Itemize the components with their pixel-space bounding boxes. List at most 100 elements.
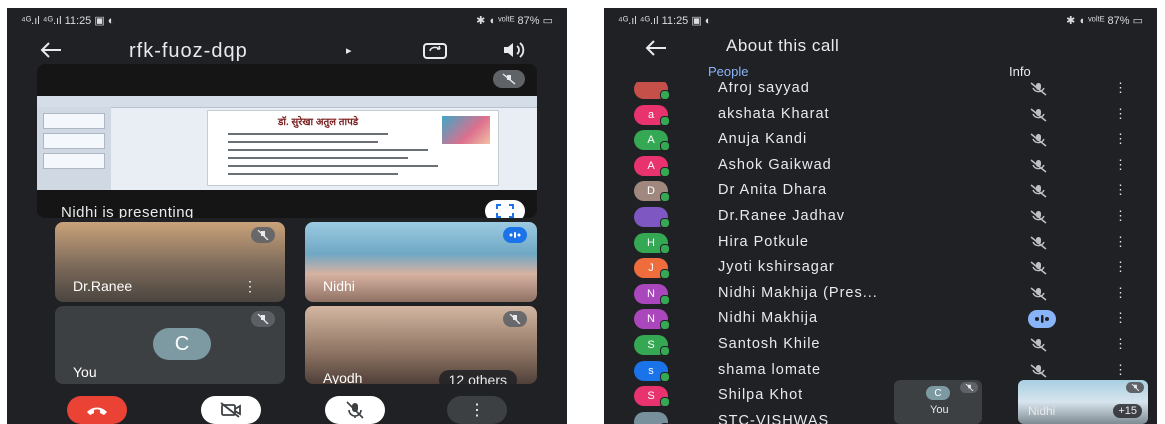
mic-off-icon bbox=[1028, 157, 1050, 175]
avatar-letter: N bbox=[647, 313, 655, 326]
back-arrow-icon[interactable] bbox=[642, 34, 670, 62]
mic-off-icon bbox=[251, 311, 275, 327]
mic-off-icon bbox=[1028, 106, 1050, 124]
status-bar: ⁴ᴳ.ıl ⁴ᴳ.ıl 11:25 ▣ ◐ ✱ ◖ ᵛᵒˡᵗᴱ 87% ▭ bbox=[604, 8, 1157, 34]
more-vert-icon[interactable]: ⋮ bbox=[1114, 208, 1127, 224]
online-dot bbox=[660, 243, 670, 254]
participant-row[interactable]: Dr.Ranee Jadhav ⋮ bbox=[604, 204, 1157, 230]
chevron-right-icon[interactable]: ▸ bbox=[346, 44, 352, 57]
tab-info[interactable]: Info bbox=[1009, 64, 1031, 79]
more-vert-icon[interactable]: ⋮ bbox=[1114, 310, 1127, 326]
presenter-preview[interactable]: Nidhi +15 bbox=[1018, 380, 1148, 424]
status-bar-right: ✱ ◖ ᵛᵒˡᵗᴱ 87% ▭ bbox=[476, 15, 553, 27]
participant-row[interactable]: Afroj sayyad ⋮ bbox=[604, 82, 1157, 102]
more-vert-icon[interactable]: ⋮ bbox=[1114, 131, 1127, 147]
mic-off-icon bbox=[1126, 382, 1144, 393]
avatar-letter: D bbox=[647, 185, 655, 198]
speaking-icon bbox=[1028, 310, 1056, 329]
call-controls: ⋮ bbox=[7, 396, 567, 424]
participant-row[interactable]: D Dr Anita Dhara ⋮ bbox=[604, 178, 1157, 204]
online-dot bbox=[660, 397, 670, 408]
page-title: About this call bbox=[726, 36, 840, 55]
others-count: +15 bbox=[1113, 404, 1142, 418]
more-vert-icon[interactable]: ⋮ bbox=[1114, 259, 1127, 275]
mic-off-icon bbox=[1028, 234, 1050, 252]
participant-row[interactable]: H Hira Potkule ⋮ bbox=[604, 230, 1157, 256]
speaker-icon[interactable] bbox=[499, 38, 527, 62]
participant-name: Ayodh bbox=[323, 370, 363, 384]
others-count[interactable]: 12 others bbox=[438, 370, 517, 384]
fullscreen-icon[interactable] bbox=[485, 200, 525, 218]
status-bar-left: ⁴ᴳ.ıl ⁴ᴳ.ıl 11:25 ▣ ◐ bbox=[618, 15, 712, 27]
status-bar: ⁴ᴳ.ıl ⁴ᴳ.ıl 11:25 ▣ ◐ ✱ ◖ ᵛᵒˡᵗᴱ 87% ▭ bbox=[7, 8, 567, 34]
mic-off-icon bbox=[1028, 208, 1050, 226]
online-dot bbox=[660, 192, 670, 203]
avatar-letter: s bbox=[648, 364, 654, 377]
participant-name: Jyoti kshirsagar bbox=[718, 259, 835, 276]
avatar bbox=[634, 82, 670, 100]
participant-name: Shilpa Khot bbox=[718, 387, 804, 404]
participant-name: Santosh Khile bbox=[718, 336, 821, 352]
slide-heading: डॉ. सुरेखा अतुल तापडे bbox=[278, 117, 359, 128]
participant-name: Anuja Kandi bbox=[718, 131, 808, 148]
more-options-button[interactable]: ⋮ bbox=[447, 396, 507, 424]
more-vert-icon[interactable]: ⋮ bbox=[1114, 182, 1127, 198]
more-vert-icon[interactable]: ⋮ bbox=[1114, 82, 1127, 96]
self-label: You bbox=[930, 404, 949, 416]
tab-people[interactable]: People bbox=[708, 64, 748, 79]
self-tile[interactable]: C You bbox=[55, 306, 285, 384]
avatar: a bbox=[634, 104, 670, 126]
participant-name: Dr.Ranee bbox=[73, 278, 133, 294]
participant-row[interactable]: a akshata Kharat ⋮ bbox=[604, 102, 1157, 128]
participant-tile[interactable]: Nidhi bbox=[305, 222, 537, 302]
participant-list: Afroj sayyad ⋮ a akshata Kharat ⋮ A Anuja Kand… bbox=[604, 82, 1157, 424]
participant-tile[interactable]: Ayodh 12 others bbox=[305, 306, 537, 384]
self-preview[interactable]: C You bbox=[894, 380, 982, 424]
slide-text-line bbox=[228, 157, 408, 159]
avatar: S bbox=[634, 386, 670, 408]
participant-row[interactable]: A Anuja Kandi ⋮ bbox=[604, 127, 1157, 153]
presentation-tile[interactable]: डॉ. सुरेखा अतुल तापडे Nidhi is presentin… bbox=[37, 64, 537, 218]
mic-off-icon bbox=[1028, 285, 1050, 303]
online-dot bbox=[660, 346, 670, 356]
more-vert-icon[interactable]: ⋮ bbox=[1114, 362, 1127, 378]
more-vert-icon[interactable]: ⋮ bbox=[1114, 285, 1127, 301]
back-arrow-icon[interactable] bbox=[37, 36, 65, 64]
avatar-letter: H bbox=[647, 236, 655, 249]
camera-off-button[interactable] bbox=[201, 396, 261, 424]
presenter-label: Nidhi bbox=[1028, 404, 1056, 418]
avatar: J bbox=[634, 258, 670, 280]
participant-name: Ashok Gaikwad bbox=[718, 156, 832, 173]
participant-row[interactable]: J Jyoti kshirsagar ⋮ bbox=[604, 255, 1157, 281]
participant-name: Hira Potkule bbox=[718, 233, 809, 250]
mic-off-icon bbox=[1028, 336, 1050, 354]
slide-thumbnail bbox=[43, 153, 105, 169]
more-vert-icon[interactable]: ⋮ bbox=[1114, 234, 1127, 250]
slide-text-line bbox=[228, 149, 428, 151]
participant-row[interactable]: N Nidhi Makhija ⋮ bbox=[604, 306, 1157, 332]
more-vert-icon[interactable]: ⋮ bbox=[1114, 157, 1127, 173]
mic-off-icon bbox=[1028, 259, 1050, 277]
about-call-screen: ⁴ᴳ.ıl ⁴ᴳ.ıl 11:25 ▣ ◐ ✱ ◖ ᵛᵒˡᵗᴱ 87% ▭ Ab… bbox=[604, 8, 1157, 424]
participant-row[interactable]: N Nidhi Makhija (Pres... ⋮ bbox=[604, 281, 1157, 307]
online-dot bbox=[660, 115, 670, 126]
online-dot bbox=[660, 294, 670, 305]
avatar bbox=[634, 207, 670, 228]
switch-camera-icon[interactable] bbox=[421, 38, 449, 62]
shared-slide: डॉ. सुरेखा अतुल तापडे bbox=[37, 96, 537, 190]
slide-text-line bbox=[228, 141, 378, 143]
online-dot bbox=[660, 218, 670, 228]
more-vert-icon[interactable]: ⋮ bbox=[243, 278, 257, 295]
participant-row[interactable]: A Ashok Gaikwad ⋮ bbox=[604, 153, 1157, 179]
participant-row[interactable]: S Santosh Khile ⋮ bbox=[604, 332, 1157, 358]
slide-thumbnail bbox=[43, 133, 105, 149]
status-bar-right: ✱ ◖ ᵛᵒˡᵗᴱ 87% ▭ bbox=[1066, 15, 1143, 27]
participant-tile[interactable]: Dr.Ranee ⋮ bbox=[55, 222, 285, 302]
more-vert-icon[interactable]: ⋮ bbox=[1114, 106, 1127, 122]
status-bar-left: ⁴ᴳ.ıl ⁴ᴳ.ıl 11:25 ▣ ◐ bbox=[21, 15, 115, 27]
mic-off-button[interactable] bbox=[325, 396, 385, 424]
end-call-button[interactable] bbox=[67, 396, 127, 424]
avatar-letter: J bbox=[648, 262, 654, 275]
meeting-code[interactable]: rfk-fuoz-dqp bbox=[129, 40, 248, 63]
more-vert-icon[interactable]: ⋮ bbox=[1114, 336, 1127, 352]
